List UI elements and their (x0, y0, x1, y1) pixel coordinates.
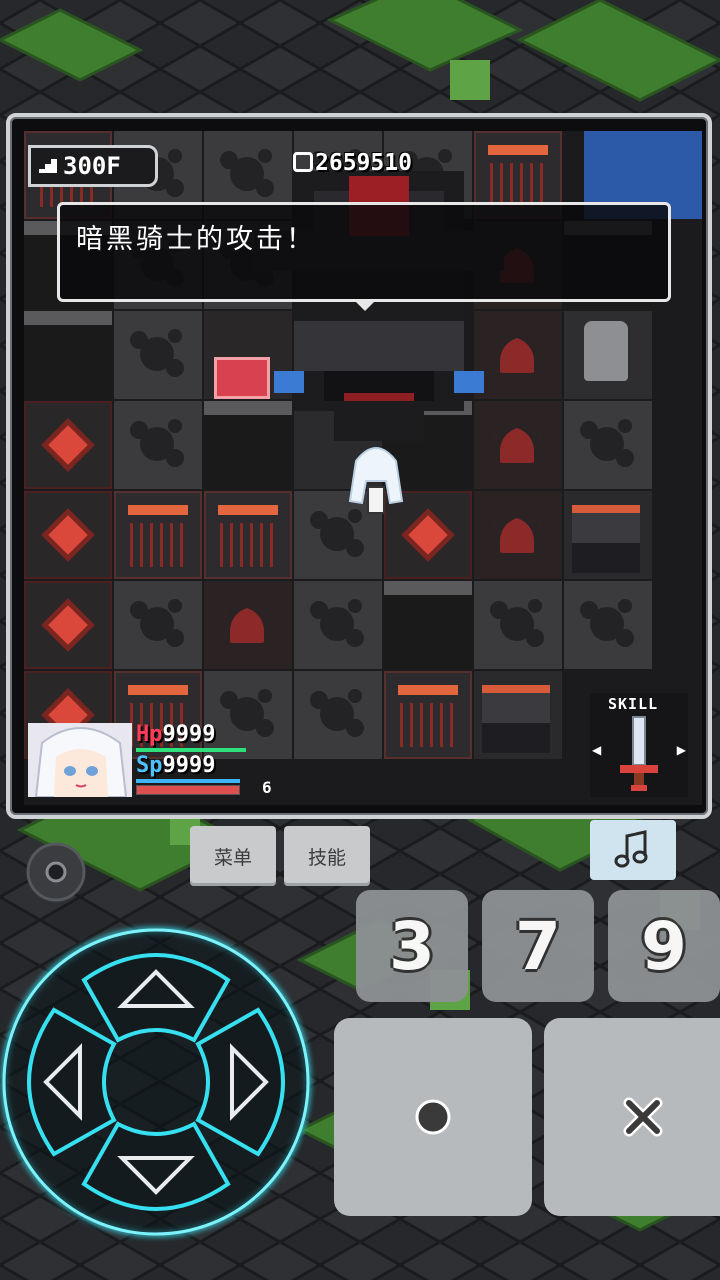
cross-icon (623, 1097, 663, 1137)
skill-button[interactable]: 技能 (284, 826, 370, 886)
tile-rock (564, 401, 652, 489)
coin-icon (293, 152, 313, 172)
floor-number: 300F (63, 152, 121, 180)
tile-rune (24, 581, 112, 669)
skill-slot[interactable]: SKILL ◀ ▶ (590, 693, 688, 797)
skill-label: SKILL (608, 695, 659, 713)
skill-next-icon[interactable]: ▶ (677, 743, 686, 757)
direction-pad[interactable] (0, 920, 318, 1244)
confirm-button[interactable] (334, 1018, 532, 1216)
number-9-label: 9 (641, 907, 687, 985)
floor-indicator: 300F (28, 145, 158, 187)
dialog-pointer-icon (355, 301, 375, 311)
battle-message: 暗黑骑士的攻击！ (76, 224, 316, 255)
menu-button[interactable]: 菜单 (190, 826, 276, 886)
tile-skull (204, 581, 292, 669)
stairs-icon (39, 159, 57, 173)
sword-icon (620, 716, 658, 791)
player-portrait (28, 723, 132, 797)
player-stats: Hp9999 Sp9999 6 (136, 723, 272, 803)
skill-prev-icon[interactable]: ◀ (592, 743, 601, 757)
sp-value: 9999 (162, 753, 216, 778)
gear-icon (26, 842, 86, 902)
settings-button[interactable] (24, 840, 88, 904)
tile-skull (474, 491, 562, 579)
player-character (348, 447, 404, 514)
tile-rock (114, 311, 202, 399)
skill-button-label: 技能 (307, 846, 346, 869)
tile-statue (564, 311, 652, 399)
sp-row: Sp9999 (136, 754, 256, 778)
number-3-label: 3 (389, 907, 435, 985)
cancel-button[interactable] (544, 1018, 720, 1216)
tile-machine (114, 491, 202, 579)
sp-bar (136, 779, 240, 783)
hp-row: Hp9999 (136, 723, 256, 747)
number-7-button[interactable]: 7 (482, 890, 594, 1002)
tile-chest (564, 491, 652, 579)
tile-rock (294, 671, 382, 759)
tile-rock (474, 581, 562, 669)
number-7-label: 7 (515, 907, 561, 985)
tile-machine (384, 671, 472, 759)
number-3-button[interactable]: 3 (356, 890, 468, 1002)
tile-pit (24, 311, 112, 399)
tile-machine (204, 491, 292, 579)
music-toggle-button[interactable] (590, 820, 676, 880)
tile-rock (114, 401, 202, 489)
tile-rune (24, 401, 112, 489)
hp-bar (136, 748, 246, 752)
gold-amount: 2659510 (315, 150, 412, 176)
hp-value: 9999 (162, 722, 216, 747)
hp-label: Hp (136, 722, 163, 747)
tile-rune (24, 491, 112, 579)
number-9-button[interactable]: 9 (608, 890, 720, 1002)
player-level: 6 (262, 778, 272, 797)
tile-rock (564, 581, 652, 669)
menu-button-label: 菜单 (213, 846, 252, 869)
tile-rock (294, 581, 382, 669)
music-note-icon (614, 830, 648, 868)
game-viewport: 300F 2659510 暗黑骑士的攻击！ Hp9999 Sp9999 6 SK… (6, 113, 712, 819)
tile-pit (384, 581, 472, 669)
exp-bar (136, 785, 240, 795)
tile-chest (474, 671, 562, 759)
sp-label: Sp (136, 753, 163, 778)
battle-message-box[interactable]: 暗黑骑士的攻击！ (57, 202, 671, 311)
circle-icon (415, 1099, 451, 1135)
tile-rock (114, 581, 202, 669)
gold-counter: 2659510 (293, 150, 412, 176)
